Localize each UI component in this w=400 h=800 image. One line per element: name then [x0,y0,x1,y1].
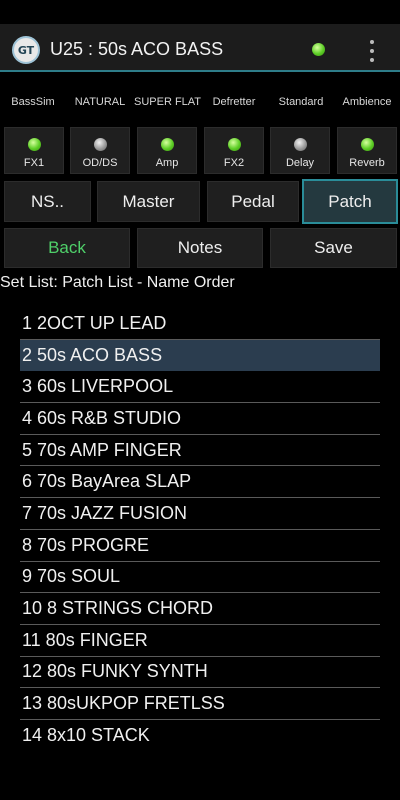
fx1-toggle-button[interactable]: FX1 [4,127,64,174]
set-list-label: Set List: Patch List - Name Order [0,274,235,291]
patch-list-item[interactable]: 11 80s FINGER [20,625,380,657]
master-button[interactable]: Master [97,181,200,222]
page-title: U25 : 50s ACO BASS [50,39,224,59]
fx-button-label: OD/DS [82,157,118,169]
led-icon [160,138,174,151]
fx2-toggle-button[interactable]: FX2 [204,127,264,174]
patch-list-item[interactable]: 13 80sUKPOP FRETLSS [20,688,380,720]
notes-button[interactable]: Notes [137,228,263,268]
fx-button-label: Reverb [349,157,385,169]
fx-type-label: BassSim [11,96,55,108]
led-icon [360,138,374,151]
patch-list-item[interactable]: 7 70s JAZZ FUSION [20,498,380,530]
patch-list-item[interactable]: 12 80s FUNKY SYNTH [20,657,380,689]
pedal-button[interactable]: Pedal [207,181,299,222]
fx-type-label: Standard [278,96,324,108]
fx-button-label: Amp [155,157,179,169]
status-bar [0,0,400,24]
patch-button[interactable]: Patch [302,179,398,224]
patch-list-item[interactable]: 8 70s PROGRE [20,530,380,562]
patch-list-item[interactable]: 2 50s ACO BASS [20,339,380,372]
led-icon [293,138,307,151]
od-ds-toggle-button[interactable]: OD/DS [70,127,130,174]
patch-list-item[interactable]: 5 70s AMP FINGER [20,435,380,467]
app-bar: GT U25 : 50s ACO BASS [0,24,400,72]
patch-list[interactable]: 1 2OCT UP LEAD 2 50s ACO BASS 3 60s LIVE… [20,308,380,742]
reverb-toggle-button[interactable]: Reverb [337,127,397,174]
led-icon [27,138,41,151]
fx-button-label: Delay [285,157,315,169]
system-nav-bar [0,752,400,800]
amp-toggle-button[interactable]: Amp [137,127,197,174]
fx-type-label: Defretter [212,96,256,108]
ns-button[interactable]: NS.. [4,181,91,222]
patch-list-item[interactable]: 3 60s LIVERPOOL [20,371,380,404]
save-button[interactable]: Save [270,228,397,268]
delay-toggle-button[interactable]: Delay [270,127,330,174]
fx-button-label: FX1 [23,157,45,169]
patch-list-item[interactable]: 6 70s BayArea SLAP [20,466,380,499]
fx-button-label: FX2 [223,157,245,169]
led-icon [227,138,241,151]
overflow-menu-icon[interactable] [364,40,380,62]
patch-list-item[interactable]: 14 8x10 STACK [20,720,380,742]
patch-list-item[interactable]: 10 8 STRINGS CHORD [20,593,380,625]
fx-type-label: SUPER FLAT [134,96,202,108]
fx-type-labels: BassSim NATURAL SUPER FLAT Defretter Sta… [0,96,400,116]
patch-list-item[interactable]: 1 2OCT UP LEAD [20,308,380,340]
led-icon [93,138,107,151]
patch-list-item[interactable]: 4 60s R&B STUDIO [20,403,380,435]
connection-status-led-icon [312,43,325,56]
patch-list-item[interactable]: 9 70s SOUL [20,562,380,594]
back-button[interactable]: Back [4,228,130,268]
fx-type-label: NATURAL [74,96,126,108]
app-logo-icon: GT [12,36,40,64]
fx-type-label: Ambience [342,96,392,108]
